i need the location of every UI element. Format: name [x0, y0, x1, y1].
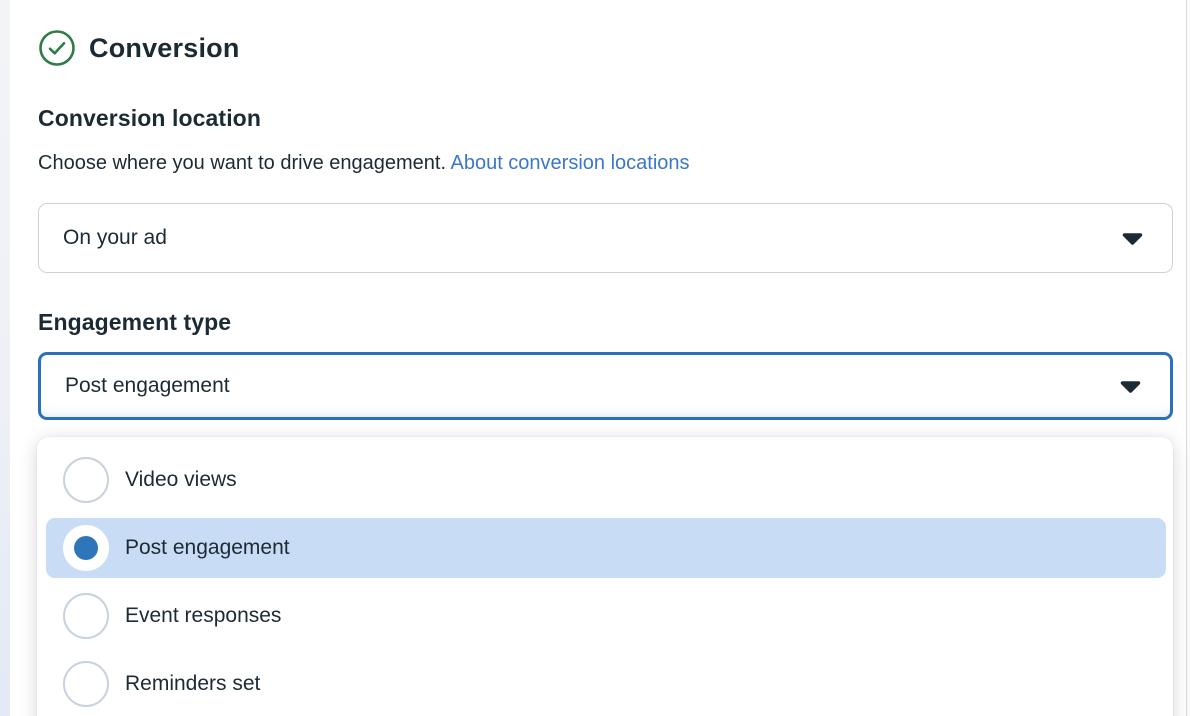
page-background: Conversion Conversion location Choose wh… [0, 0, 1190, 716]
engagement-type-select[interactable]: Post engagement [38, 352, 1173, 420]
conversion-location-select[interactable]: On your ad [38, 203, 1173, 273]
chevron-down-icon [1119, 381, 1142, 394]
engagement-type-label: Engagement type [38, 308, 1173, 336]
conversion-location-description: Choose where you want to drive engagemen… [38, 150, 1173, 176]
section-header: Conversion [38, 28, 1173, 68]
conversion-location-value: On your ad [63, 226, 167, 250]
radio-unselected-icon [63, 457, 109, 503]
option-label: Post engagement [125, 536, 290, 560]
chevron-down-icon [1121, 233, 1144, 246]
section-title: Conversion [89, 33, 240, 64]
radio-unselected-icon [63, 593, 109, 639]
engagement-type-dropdown: Video views Post engagement Event respon… [37, 437, 1173, 716]
check-circle-icon [38, 29, 76, 67]
page-left-gutter [0, 0, 10, 716]
radio-unselected-icon [63, 661, 109, 707]
page-right-gutter [1186, 0, 1190, 716]
option-event-responses[interactable]: Event responses [46, 586, 1166, 646]
engagement-type-value: Post engagement [65, 374, 230, 398]
about-conversion-locations-link[interactable]: About conversion locations [450, 152, 689, 174]
option-video-views[interactable]: Video views [46, 450, 1166, 510]
option-post-engagement[interactable]: Post engagement [46, 518, 1166, 578]
option-label: Video views [125, 468, 237, 492]
description-text: Choose where you want to drive engagemen… [38, 152, 446, 174]
radio-selected-icon [63, 525, 109, 571]
option-label: Reminders set [125, 672, 260, 696]
option-reminders-set[interactable]: Reminders set [46, 654, 1166, 714]
option-label: Event responses [125, 604, 281, 628]
conversion-location-label: Conversion location [38, 104, 1173, 132]
